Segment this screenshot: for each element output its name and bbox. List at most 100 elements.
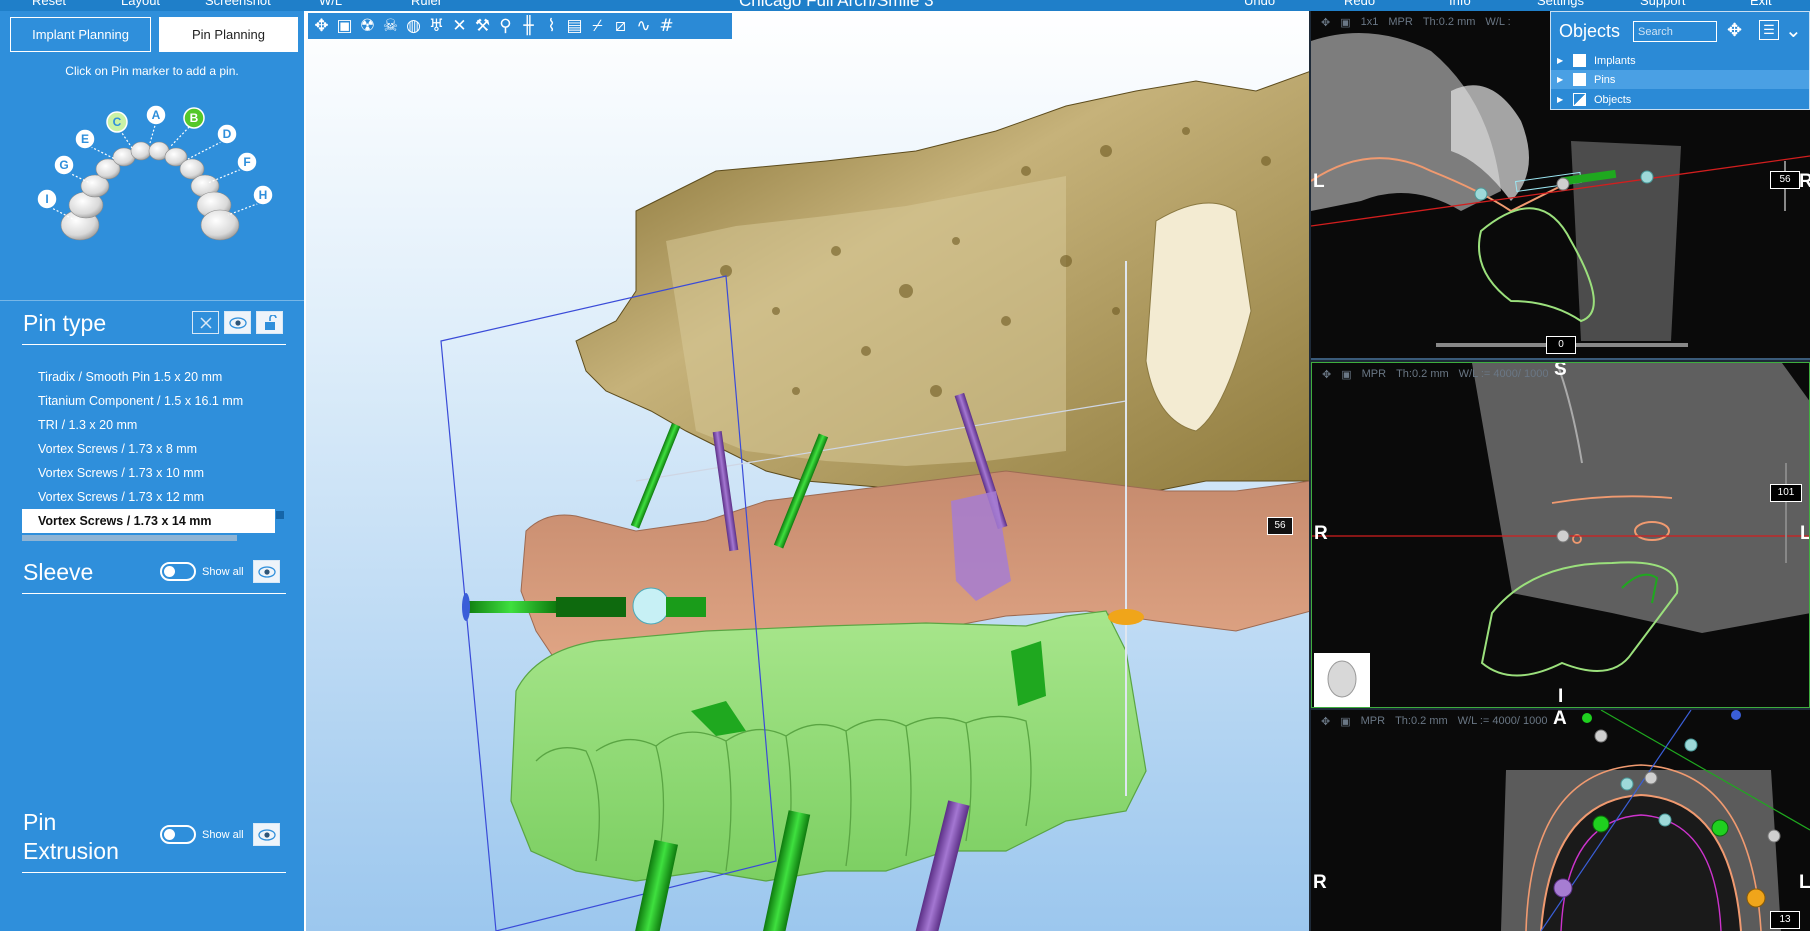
menu-info[interactable]: Info bbox=[1449, 0, 1471, 8]
pin-type-item[interactable]: Vortex Screws / 1.73 x 10 mm bbox=[22, 461, 286, 485]
menu-wl[interactable]: W/L bbox=[319, 0, 342, 8]
close-icon bbox=[199, 316, 212, 329]
slice-toolbar-middle: ✥ ▣ MPR Th:0.2 mm W/L := 4000/ 1000 bbox=[1312, 363, 1548, 385]
move-icon[interactable]: ✥ bbox=[1322, 368, 1331, 381]
objects-row-pins[interactable]: ▶ Pins bbox=[1551, 70, 1809, 89]
slice-slider-value[interactable]: 0 bbox=[1546, 336, 1576, 354]
svg-text:C: C bbox=[113, 115, 122, 129]
orientation-right: L bbox=[1800, 523, 1809, 545]
implant-icon[interactable]: ⚒ bbox=[471, 14, 494, 38]
pin-icon[interactable]: ⚲ bbox=[494, 14, 517, 38]
unlock-icon bbox=[264, 314, 277, 330]
bone-icon[interactable]: ◍ bbox=[402, 14, 425, 38]
pin-marker-d[interactable]: D bbox=[216, 123, 238, 145]
close-icon[interactable]: ✕ bbox=[448, 14, 471, 38]
pin-type-list: Tiradix / Smooth Pin 1.5 x 20 mm Titaniu… bbox=[22, 365, 286, 541]
visibility-checkbox-partial[interactable] bbox=[1573, 93, 1586, 106]
camera-icon[interactable]: ▣ bbox=[333, 14, 356, 38]
move-icon[interactable]: ✥ bbox=[1727, 20, 1742, 41]
pin-type-item[interactable]: Tiradix / Smooth Pin 1.5 x 20 mm bbox=[22, 365, 286, 389]
list-scroll-marker bbox=[276, 511, 284, 519]
pin-type-item[interactable]: Vortex Screws / 1.73 x 8 mm bbox=[22, 437, 286, 461]
menu-reset[interactable]: Reset bbox=[32, 0, 66, 8]
head-orientation-icon[interactable] bbox=[1314, 653, 1370, 707]
expand-arrow-icon[interactable]: ▶ bbox=[1557, 56, 1567, 65]
pin-marker-f[interactable]: F bbox=[236, 151, 258, 173]
plane-icon[interactable]: ⧄ bbox=[609, 14, 632, 38]
objects-search-input[interactable] bbox=[1633, 21, 1717, 42]
pin-type-item[interactable]: Titanium Component / 1.5 x 16.1 mm bbox=[22, 389, 286, 413]
objects-title: Objects bbox=[1559, 21, 1621, 41]
objects-row-objects[interactable]: ▶ Objects bbox=[1551, 90, 1809, 109]
clear-pin-button[interactable] bbox=[192, 311, 219, 334]
slice-view-axial-bottom[interactable]: ✥ ▣ MPR Th:0.2 mm W/L := 4000/ 1000 A R … bbox=[1311, 710, 1810, 931]
menu-ruler[interactable]: Ruler bbox=[411, 0, 442, 8]
pins-parallel-icon[interactable]: ╫ bbox=[517, 14, 540, 38]
pin-marker-i[interactable]: I bbox=[36, 188, 58, 210]
pin-marker-b[interactable]: B bbox=[183, 107, 205, 129]
visibility-checkbox[interactable] bbox=[1573, 54, 1586, 67]
curve-icon[interactable]: ∿ bbox=[632, 14, 655, 38]
layout-label[interactable]: 1x1 bbox=[1361, 16, 1379, 28]
pin-marker-c[interactable]: C bbox=[106, 111, 128, 133]
svg-text:B: B bbox=[190, 111, 199, 125]
tab-implant-planning[interactable]: Implant Planning bbox=[10, 17, 151, 52]
pin-marker-g[interactable]: G bbox=[53, 154, 75, 176]
menu-undo[interactable]: Undo bbox=[1244, 0, 1275, 8]
orientation-left: L bbox=[1313, 171, 1325, 192]
slice-view-coronal[interactable]: ✥ ▣ MPR Th:0.2 mm W/L := 4000/ 1000 S R … bbox=[1311, 362, 1810, 708]
pin-marker-e[interactable]: E bbox=[74, 128, 96, 150]
grid-icon[interactable]: # bbox=[655, 14, 678, 38]
lock-pin-button[interactable] bbox=[256, 311, 283, 334]
slice-depth-top[interactable]: 56 bbox=[1770, 171, 1800, 189]
objects-row-label: Objects bbox=[1594, 93, 1632, 106]
menu-screenshot[interactable]: Screenshot bbox=[205, 0, 271, 8]
menu-exit[interactable]: Exit bbox=[1750, 0, 1772, 8]
window-title: Chicago Full Arch/Smile 3 bbox=[739, 0, 934, 10]
pin-type-item[interactable]: TRI / 1.3 x 20 mm bbox=[22, 413, 286, 437]
camera-icon[interactable]: ▣ bbox=[1340, 16, 1350, 29]
chevron-down-icon[interactable]: ⌄ bbox=[1785, 18, 1802, 43]
sleeve-show-all-toggle[interactable] bbox=[160, 562, 196, 581]
list-icon[interactable]: ☰ bbox=[1759, 20, 1779, 40]
pin-type-item-selected[interactable]: Vortex Screws / 1.73 x 14 mm bbox=[22, 509, 275, 533]
visibility-checkbox[interactable] bbox=[1573, 73, 1586, 86]
thickness-label: Th:0.2 mm bbox=[1395, 715, 1448, 727]
move-icon[interactable]: ✥ bbox=[1321, 16, 1330, 29]
pin-type-item[interactable]: Vortex Screws / 1.73 x 12 mm bbox=[22, 485, 286, 509]
arch-teeth bbox=[60, 141, 240, 241]
sleeve-visibility-button[interactable] bbox=[253, 560, 280, 583]
pin-marker-h[interactable]: H bbox=[252, 184, 274, 206]
wl-label: W/L := 4000/ 1000 bbox=[1458, 368, 1549, 380]
pin-marker-a[interactable]: A bbox=[145, 104, 167, 126]
panorama-icon[interactable]: ▤ bbox=[563, 14, 586, 38]
objects-row-implants[interactable]: ▶ Implants bbox=[1551, 51, 1809, 70]
tab-pin-planning[interactable]: Pin Planning bbox=[159, 17, 298, 52]
move-icon[interactable]: ✥ bbox=[1321, 715, 1330, 728]
move-icon[interactable]: ✥ bbox=[310, 14, 333, 38]
menu-settings[interactable]: Settings bbox=[1537, 0, 1584, 8]
list-scrollbar[interactable] bbox=[22, 535, 237, 541]
menu-redo[interactable]: Redo bbox=[1344, 0, 1375, 8]
slice-depth-bottom[interactable]: 13 bbox=[1770, 911, 1800, 929]
objects-row-label: Implants bbox=[1594, 54, 1636, 67]
extrusion-show-all-toggle[interactable] bbox=[160, 825, 196, 844]
extrusion-visibility-button[interactable] bbox=[253, 823, 280, 846]
toggle-pin-visibility-button[interactable] bbox=[224, 311, 251, 334]
expand-arrow-icon[interactable]: ▶ bbox=[1557, 75, 1567, 84]
nerve-icon[interactable]: ⌇ bbox=[540, 14, 563, 38]
surgical-guide bbox=[510, 610, 1147, 882]
pin-extrusion-title-2: Extrusion bbox=[23, 838, 119, 864]
cut-icon[interactable]: ⌿ bbox=[586, 14, 609, 38]
camera-icon[interactable]: ▣ bbox=[1341, 368, 1351, 381]
skull-icon[interactable]: ☠ bbox=[379, 14, 402, 38]
camera-icon[interactable]: ▣ bbox=[1340, 715, 1350, 728]
menu-support[interactable]: Support bbox=[1640, 0, 1686, 8]
slice-depth-middle[interactable]: 101 bbox=[1770, 484, 1802, 502]
menu-layout[interactable]: Layout bbox=[121, 0, 160, 8]
radiation-icon[interactable]: ☢ bbox=[356, 14, 379, 38]
3d-slice-value: 56 bbox=[1267, 517, 1293, 535]
3d-view[interactable]: ✥ ▣ ☢ ☠ ◍ ♅ ✕ ⚒ ⚲ ╫ ⌇ ▤ ⌿ ⧄ ∿ # 56 bbox=[304, 11, 1309, 931]
expand-arrow-icon[interactable]: ▶ bbox=[1557, 95, 1567, 104]
tooth-icon[interactable]: ♅ bbox=[425, 14, 448, 38]
